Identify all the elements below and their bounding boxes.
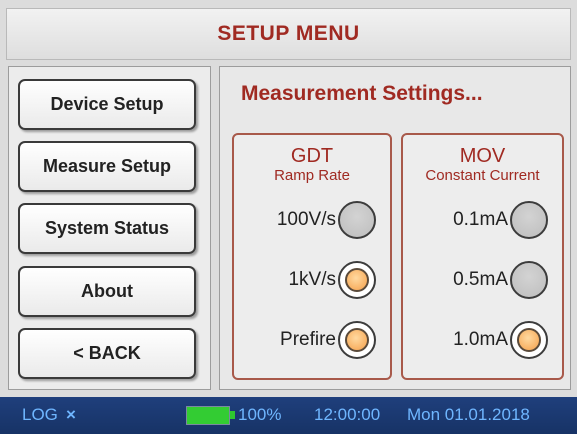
system-status-button[interactable]: System Status [18, 203, 196, 254]
radio-1-0ma[interactable] [510, 321, 548, 359]
battery-percent: 100% [238, 405, 282, 424]
section-title: Measurement Settings... [241, 82, 483, 105]
option-label: 1kV/s [288, 269, 336, 290]
log-label[interactable]: LOG [22, 405, 58, 425]
radio-1kvs[interactable] [338, 261, 376, 299]
device-setup-button[interactable]: Device Setup [18, 79, 196, 130]
option-label: 0.1mA [453, 209, 508, 230]
mov-option-row[interactable]: 1.0mA [403, 319, 548, 361]
gdt-heading: GDT [290, 145, 334, 167]
battery-level [187, 407, 229, 424]
mov-group-heading: MOV Constant Current [403, 145, 562, 185]
title-bar: SETUP MENU [6, 8, 571, 60]
battery-icon [186, 406, 230, 425]
mov-subheading: Constant Current [425, 167, 540, 184]
option-label: 0.5mA [453, 269, 508, 290]
battery-tip [230, 411, 235, 419]
measure-setup-button[interactable]: Measure Setup [18, 141, 196, 192]
gdt-group-heading: GDT Ramp Rate [234, 145, 390, 185]
gdt-option-row[interactable]: 100V/s [234, 199, 376, 241]
gdt-ramp-rate-group: GDT Ramp Rate 100V/s 1kV/s Prefire [232, 133, 392, 380]
radio-0-5ma[interactable] [510, 261, 548, 299]
gdt-option-row[interactable]: Prefire [234, 319, 376, 361]
mov-heading: MOV [459, 145, 506, 167]
gdt-subheading: Ramp Rate [274, 167, 350, 184]
option-label: 100V/s [276, 209, 336, 230]
status-bar: LOG × 100% 12:00:00 Mon 01.01.2018 [0, 397, 577, 434]
radio-0-1ma[interactable] [510, 201, 548, 239]
about-button[interactable]: About [18, 266, 196, 317]
clock-date: Mon 01.01.2018 [407, 405, 530, 424]
page-title: SETUP MENU [217, 22, 360, 45]
mov-constant-current-group: MOV Constant Current 0.1mA 0.5mA 1.0mA [401, 133, 564, 380]
radio-100vs[interactable] [338, 201, 376, 239]
mov-option-row[interactable]: 0.1mA [403, 199, 548, 241]
option-label: 1.0mA [453, 329, 508, 350]
option-label: Prefire [280, 329, 336, 350]
radio-prefire[interactable] [338, 321, 376, 359]
device-screen: SETUP MENU Device Setup Measure Setup Sy… [0, 0, 577, 434]
clock-time: 12:00:00 [314, 405, 381, 424]
close-icon[interactable]: × [66, 405, 76, 425]
mov-option-row[interactable]: 0.5mA [403, 259, 548, 301]
back-button[interactable]: < BACK [18, 328, 196, 379]
gdt-option-row[interactable]: 1kV/s [234, 259, 376, 301]
